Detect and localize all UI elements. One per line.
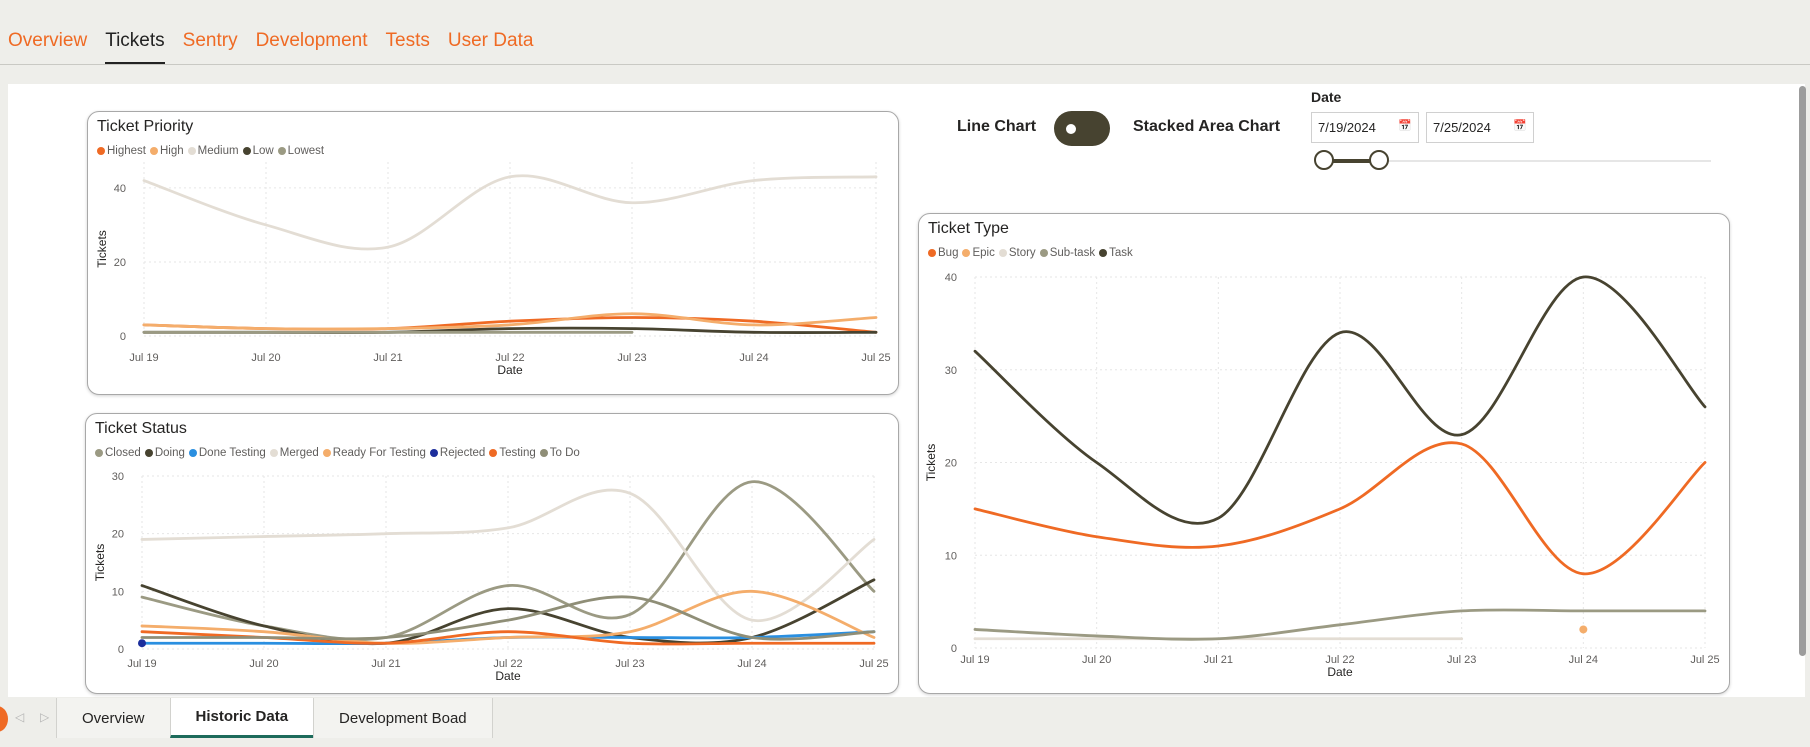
tab-development[interactable]: Development [256,30,368,64]
y-tick-label: 10 [945,550,957,562]
ticket-priority-card: Ticket Priority Highest High Medium Low Lowe… [87,111,899,395]
tab-sentry[interactable]: Sentry [183,30,238,64]
tab-tests[interactable]: Tests [386,30,430,64]
y-tick-label: 20 [114,257,126,269]
series-point-rejected [138,639,146,648]
y-tick-label: 20 [945,458,957,470]
ticket-status-card: Ticket Status Closed Doing Done Testing Mer… [85,413,899,694]
x-tick-label: Jul 19 [127,658,156,670]
series-line-closed [140,480,876,641]
next-page-icon[interactable]: ▷ [40,710,49,724]
end-date-input[interactable]: 7/25/2024 📅 [1426,112,1534,143]
x-tick-label: Jul 20 [251,352,280,364]
y-tick-label: 20 [112,529,124,541]
x-tick-label: Jul 24 [737,658,766,670]
tab-overview[interactable]: Overview [8,30,87,64]
chart-type-toggle[interactable] [1054,111,1110,146]
x-tick-label: Jul 19 [960,654,989,666]
ticket-status-chart: Jul 19 Jul 20 Jul 21 Jul 22 Jul 23 Jul 24 Jul … [93,471,889,683]
tab-user-data[interactable]: User Data [448,30,534,64]
y-tick-label: 40 [114,183,126,195]
ticket-priority-chart: Jul 19 Jul 20 Jul 21 Jul 22 Jul 23 Jul 24 Jul … [95,162,891,377]
tab-divider [0,64,1810,65]
calendar-icon[interactable]: 📅 [1398,119,1412,132]
y-axis-title: Tickets [93,544,107,582]
end-date-value: 7/25/2024 [1433,120,1491,135]
date-slicer-title: Date [1311,89,1342,105]
x-tick-label: Jul 25 [1690,654,1719,666]
y-axis-title: Tickets [95,230,109,268]
previous-page-icon[interactable]: ◁ [15,710,24,724]
series-point-epic [1579,625,1588,634]
page-tabs: Overview Historic Data Development Boad [56,698,493,738]
page-tab-overview[interactable]: Overview [56,698,170,738]
x-tick-label: Jul 23 [615,658,644,670]
y-tick-label: 30 [945,365,957,377]
x-axis-title: Date [497,363,523,377]
vertical-scrollbar[interactable] [1799,86,1806,656]
tab-tickets[interactable]: Tickets [105,30,165,64]
x-axis-title: Date [1327,665,1353,679]
ticket-type-card: Ticket Type Bug Epic Story Sub-task Task Jul… [918,213,1730,694]
y-tick-label: 0 [951,643,957,655]
x-tick-label: Jul 25 [861,352,890,364]
x-tick-label: Jul 21 [371,658,400,670]
x-tick-label: Jul 23 [1447,654,1476,666]
x-tick-label: Jul 24 [1569,654,1598,666]
x-tick-label: Jul 25 [859,658,888,670]
series-line-sub-task [973,608,1707,641]
y-axis-title: Tickets [924,444,938,482]
x-axis-title: Date [495,669,521,683]
y-tick-label: 0 [118,644,124,656]
y-tick-label: 0 [120,331,126,343]
page-tab-bar: ◁ ▷ Overview Historic Data Development Boa… [0,698,1810,747]
start-date-input[interactable]: 7/19/2024 📅 [1311,112,1419,143]
x-tick-label: Jul 21 [1204,654,1233,666]
y-tick-label: 30 [112,471,124,483]
date-slider-start-handle[interactable] [1314,150,1334,170]
x-tick-label: Jul 24 [739,352,768,364]
ticket-type-chart: Jul 19 Jul 20 Jul 21 Jul 22 Jul 23 Jul 24 Jul … [924,272,1720,679]
y-tick-label: 40 [945,272,957,284]
x-tick-label: Jul 19 [129,352,158,364]
stacked-area-chart-label: Stacked Area Chart [1133,118,1281,135]
page-tab-historic-data[interactable]: Historic Data [169,698,314,738]
calendar-icon[interactable]: 📅 [1513,119,1527,132]
x-tick-label: Jul 20 [249,658,278,670]
toggle-knob [1066,124,1076,134]
report-tab-bar: Overview Tickets Sentry Development Tests Use… [0,0,1810,66]
x-tick-label: Jul 20 [1082,654,1111,666]
x-tick-label: Jul 23 [617,352,646,364]
y-tick-label: 10 [112,586,124,598]
line-chart-label: Line Chart [957,118,1037,135]
date-slider-end-handle[interactable] [1369,150,1389,170]
page-tab-development-boad[interactable]: Development Boad [313,698,493,738]
x-tick-label: Jul 21 [373,352,402,364]
page-indicator-icon[interactable] [0,706,8,732]
report-tabs: Overview Tickets Sentry Development Tests Use… [8,30,551,64]
start-date-value: 7/19/2024 [1318,120,1376,135]
